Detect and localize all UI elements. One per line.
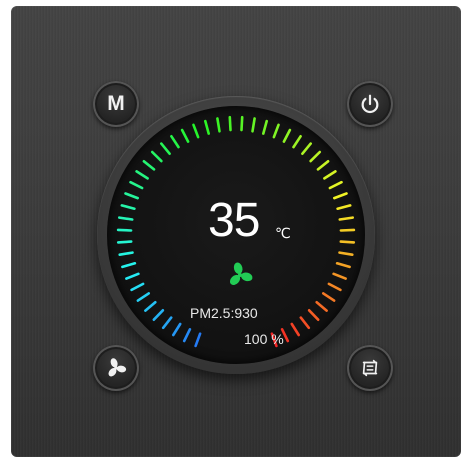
scale-tick <box>309 150 322 163</box>
scale-tick <box>135 170 149 180</box>
scale-tick <box>338 251 354 256</box>
scale-tick <box>240 115 244 132</box>
temperature-unit: ℃ <box>275 226 291 242</box>
scale-tick <box>194 332 202 348</box>
scale-tick <box>116 228 133 232</box>
scale-tick <box>272 123 280 139</box>
scale-tick <box>121 262 137 269</box>
scale-tick <box>322 292 336 302</box>
scale-tick <box>118 251 134 256</box>
fan-status-icon <box>229 262 253 286</box>
scale-tick <box>161 316 173 330</box>
scale-tick <box>125 272 140 280</box>
scale-tick <box>152 309 165 321</box>
scale-tick <box>129 180 144 190</box>
scale-tick <box>192 123 200 139</box>
scale-tick <box>150 150 163 163</box>
scale-tick <box>116 240 133 244</box>
scale-tick <box>328 180 343 190</box>
pm25-readout: PM2.5:930 <box>190 305 258 321</box>
scale-tick <box>301 142 312 156</box>
scale-tick <box>124 192 140 200</box>
scale-tick <box>327 282 342 292</box>
scale-tick <box>292 134 302 149</box>
scale-tick <box>336 204 352 210</box>
scale-tick <box>315 300 328 312</box>
scale-tick <box>182 328 192 343</box>
scale-tick <box>251 117 256 133</box>
percent-readout: 100 % <box>244 331 284 347</box>
scale-tick <box>120 204 136 210</box>
scale-tick <box>316 159 330 171</box>
scale-tick <box>172 322 182 337</box>
scale-tick <box>339 240 356 244</box>
scale-tick <box>262 119 268 135</box>
scale-tick <box>142 159 156 171</box>
scale-tick <box>299 316 311 330</box>
scale-tick <box>282 128 292 143</box>
scale-tick <box>130 282 145 292</box>
scale-tick <box>216 117 221 133</box>
scale-tick <box>290 322 300 337</box>
scale-tick <box>332 272 347 280</box>
scale-tick <box>339 228 356 232</box>
scale-tick <box>136 292 151 302</box>
scale-tick <box>159 142 171 156</box>
scale-tick <box>333 192 348 200</box>
temperature-value: 35 <box>208 194 260 247</box>
scale-tick <box>307 309 320 321</box>
scale-tick <box>204 119 210 135</box>
scale-tick <box>335 262 351 269</box>
scale-tick <box>228 115 232 132</box>
scale-tick <box>118 216 134 221</box>
scale-tick <box>144 300 157 312</box>
scale-tick <box>180 128 190 143</box>
scale-tick <box>170 134 180 149</box>
scale-tick <box>323 170 337 180</box>
scale-tick <box>338 216 354 221</box>
